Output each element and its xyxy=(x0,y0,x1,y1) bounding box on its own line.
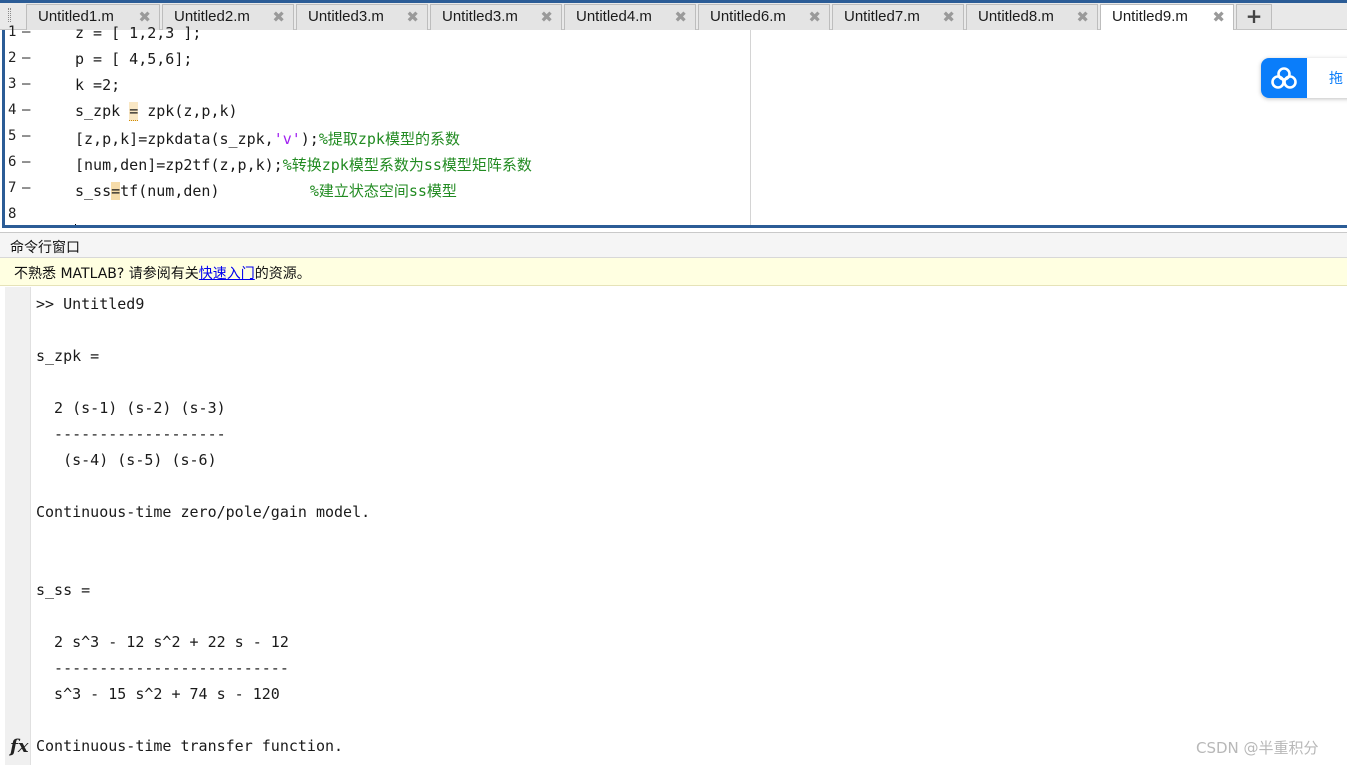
output-line: Continuous-time zero/pole/gain model. xyxy=(36,503,371,521)
code-lines: 1 — z = [ 1,2,3 ]; 2 — p = [ 4,5,6]; 3 —… xyxy=(0,21,750,225)
output-line: s_ss = xyxy=(36,581,91,599)
line-number: 5 xyxy=(8,128,17,144)
breakpoint-marker[interactable]: — xyxy=(22,180,30,196)
code-line-7[interactable]: 7 — s_ss=tf(num,den) %建立状态空间ss模型 xyxy=(0,177,750,203)
code-line-1[interactable]: 1 — z = [ 1,2,3 ]; xyxy=(0,21,750,47)
line-number: 6 xyxy=(8,154,17,170)
code-text: [num,den]=zp2tf(z,p,k);%转换zpk模型系数为ss模型矩阵… xyxy=(75,156,532,174)
line-number: 2 xyxy=(8,50,17,66)
close-icon[interactable]: ✖ xyxy=(1212,8,1225,26)
code-editor[interactable]: 1 — z = [ 1,2,3 ]; 2 — p = [ 4,5,6]; 3 —… xyxy=(0,24,1347,228)
tab-label: Untitled8.m xyxy=(978,8,1054,25)
command-window-header: 命令行窗口 xyxy=(0,232,1347,258)
close-icon[interactable]: ✖ xyxy=(1076,8,1089,26)
code-line-5[interactable]: 5 — [z,p,k]=zpkdata(s_zpk,'v');%提取zpk模型的… xyxy=(0,125,750,151)
tab-bar-grip-handle[interactable] xyxy=(8,8,11,22)
command-window-title: 命令行窗口 xyxy=(10,240,80,256)
output-line: Continuous-time transfer function. xyxy=(36,737,344,755)
code-line-3[interactable]: 3 — k =2; xyxy=(0,73,750,99)
code-text: s_zpk = zpk(z,p,k) xyxy=(75,102,238,121)
code-text: k =2; xyxy=(75,76,121,94)
output-line: -------------------------- xyxy=(36,659,289,677)
line-number: 7 xyxy=(8,180,17,196)
code-comment: %建立状态空间ss模型 xyxy=(309,182,457,200)
line-number: 1 xyxy=(8,24,17,40)
code-line-2[interactable]: 2 — p = [ 4,5,6]; xyxy=(0,47,750,73)
line-number: 3 xyxy=(8,76,17,92)
command-window-output[interactable]: >> Untitled9 s_zpk = 2 (s-1) (s-2) (s-3)… xyxy=(0,287,1347,765)
notice-text: 不熟悉 MATLAB? 请参阅有关快速入门的资源。 xyxy=(14,266,311,282)
output-line: s^3 - 15 s^2 + 74 s - 120 xyxy=(36,685,280,703)
tab-untitled9[interactable]: Untitled9.m ✖ xyxy=(1100,4,1234,31)
warning-highlight[interactable]: = xyxy=(129,102,139,121)
editor-right-margin-line xyxy=(750,30,751,225)
breakpoint-marker[interactable]: — xyxy=(22,128,30,144)
tab-label: Untitled9.m xyxy=(1112,8,1188,25)
code-line-8[interactable]: 8 xyxy=(0,203,750,225)
code-text: z = [ 1,2,3 ]; xyxy=(75,24,202,42)
function-browser-icon[interactable]: fx xyxy=(10,736,28,757)
output-line: s_zpk = xyxy=(36,347,100,365)
breakpoint-marker[interactable]: — xyxy=(22,76,30,92)
output-line: 2 s^3 - 12 s^2 + 22 s - 12 xyxy=(36,633,289,651)
output-line: >> Untitled9 xyxy=(36,295,145,313)
code-text: s_ss=tf(num,den) %建立状态空间ss模型 xyxy=(75,182,457,200)
code-line-6[interactable]: 6 — [num,den]=zp2tf(z,p,k);%转换zpk模型系数为ss… xyxy=(0,151,750,177)
line-number: 4 xyxy=(8,102,17,118)
tab-label: Untitled7.m xyxy=(844,8,920,25)
code-text: [z,p,k]=zpkdata(s_zpk,'v');%提取zpk模型的系数 xyxy=(75,130,460,148)
tab-bar-accent-line xyxy=(0,0,1347,3)
tab-untitled8[interactable]: Untitled8.m ✖ xyxy=(966,4,1098,30)
cloud-button[interactable] xyxy=(1261,58,1307,98)
code-comment: %转换zpk模型系数为ss模型矩阵系数 xyxy=(282,156,532,174)
watermark: CSDN @半重积分 xyxy=(1196,739,1319,757)
warning-highlight[interactable]: = xyxy=(111,182,121,200)
code-text: p = [ 4,5,6]; xyxy=(75,50,193,68)
cloud-widget-label[interactable]: 拖 xyxy=(1329,68,1343,88)
getting-started-notice: 不熟悉 MATLAB? 请参阅有关快速入门的资源。 xyxy=(0,258,1347,286)
breakpoint-marker[interactable]: — xyxy=(22,24,30,40)
breakpoint-marker[interactable]: — xyxy=(22,50,30,66)
cloud-upload-widget[interactable]: 拖 xyxy=(1261,58,1347,98)
cloud-icon xyxy=(1271,67,1297,89)
close-icon[interactable]: ✖ xyxy=(942,8,955,26)
close-icon[interactable]: ✖ xyxy=(808,8,821,26)
tab-untitled7[interactable]: Untitled7.m ✖ xyxy=(832,4,964,30)
output-line: (s-4) (s-5) (s-6) xyxy=(36,451,217,469)
code-line-4[interactable]: 4 — s_zpk = zpk(z,p,k) xyxy=(0,99,750,125)
code-comment: %提取zpk模型的系数 xyxy=(318,130,460,148)
output-line: ------------------- xyxy=(36,425,226,443)
breakpoint-marker[interactable]: — xyxy=(22,154,30,170)
quick-start-link[interactable]: 快速入门 xyxy=(199,266,255,282)
breakpoint-marker[interactable]: — xyxy=(22,102,30,118)
line-number: 8 xyxy=(8,206,17,222)
command-window-gutter xyxy=(5,287,31,765)
add-tab-button[interactable]: + xyxy=(1236,4,1272,29)
editor-accent-bottom xyxy=(2,225,1347,228)
output-line: 2 (s-1) (s-2) (s-3) xyxy=(36,399,226,417)
